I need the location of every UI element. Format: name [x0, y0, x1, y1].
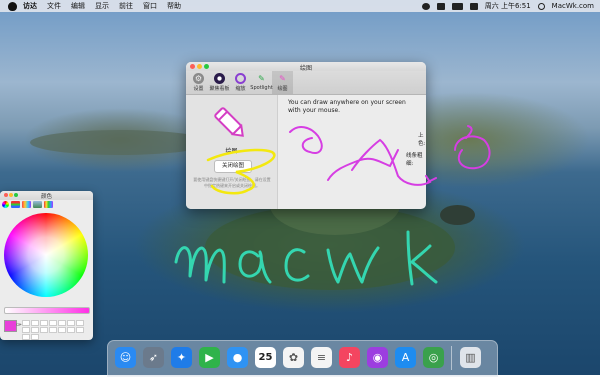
tab-settings-label: 设置 [193, 86, 204, 92]
menu-app-name[interactable]: 访达 [23, 1, 37, 11]
window-titlebar[interactable]: 绘图 [186, 62, 426, 72]
menu-site-label: MacWk.com [551, 2, 594, 10]
colors-panel-title: 颜色 [40, 194, 52, 200]
color-favorite-well[interactable] [67, 320, 75, 326]
tab-settings[interactable]: ⚙ 设置 [188, 71, 209, 94]
tab-spotlight-board-label: 聚焦看板 [209, 86, 230, 92]
menu-bar: 访达 文件 编辑 显示 前往 窗口 帮助 周六 上午6:51 MacWk.com [0, 0, 600, 12]
color-favorite-well[interactable] [22, 320, 30, 326]
podcast-icon[interactable]: ◉ [367, 347, 388, 368]
color-wheel[interactable] [4, 213, 88, 297]
pencils-mode-icon[interactable] [44, 201, 53, 208]
menu-go[interactable]: 前往 [119, 1, 133, 11]
pen-color-label: 上色: [418, 133, 426, 147]
trash-icon[interactable]: ▥ [460, 347, 481, 368]
color-favorite-well[interactable] [40, 327, 48, 333]
color-favorite-well[interactable] [31, 327, 39, 333]
input-source-icon[interactable] [469, 2, 478, 10]
compass-icon[interactable]: ✦ [171, 347, 192, 368]
hotkey-note: 要使用键盘快捷键打开/关闭绘图，请在设置中指定热键来开启或关闭绘图。 [193, 177, 271, 188]
video-icon[interactable]: ▶ [199, 347, 220, 368]
color-sliders-mode-icon[interactable] [11, 201, 20, 208]
colors-titlebar[interactable]: 颜色 [0, 191, 93, 200]
menu-edit[interactable]: 编辑 [71, 1, 85, 11]
circle-app-icon[interactable]: ◎ [423, 347, 444, 368]
color-favorites-wells [22, 320, 88, 340]
color-mode-selector [2, 201, 53, 208]
color-favorite-well[interactable] [76, 320, 84, 326]
colors-panel: 颜色 ✑ [0, 191, 93, 340]
tab-spotlight-board[interactable]: 聚焦看板 [209, 71, 230, 94]
tab-zoom-label: 缩放 [235, 86, 246, 92]
wifi-icon[interactable] [436, 2, 445, 10]
color-palettes-mode-icon[interactable] [22, 201, 31, 208]
color-favorite-well[interactable] [58, 327, 66, 333]
tab-drawing-label: 绘图 [277, 86, 288, 92]
list-icon[interactable]: ≡ [311, 347, 332, 368]
drawing-info-text: You can draw anywhere on your screen wit… [288, 99, 406, 114]
window-title: 绘图 [299, 65, 312, 72]
drawing-left-pane: 绘图 关闭绘图 要使用键盘快捷键打开/关闭绘图，请在设置中指定热键来开启或关闭绘… [186, 95, 278, 209]
menu-file[interactable]: 文件 [47, 1, 61, 11]
menu-view[interactable]: 显示 [95, 1, 109, 11]
color-favorite-well[interactable] [49, 320, 57, 326]
calendar-icon[interactable]: 25 [255, 347, 276, 368]
eyedropper-icon[interactable]: ✑ [16, 321, 22, 329]
battery-icon[interactable] [451, 2, 463, 10]
dock: ☺ ➶ ✦ ▶ ● 25 ✿ ≡ ♪ ◉ A ◎ ▥ [107, 340, 498, 377]
tab-zoom[interactable]: 缩放 [230, 71, 251, 94]
drawing-pane-title: 绘图 [225, 148, 238, 155]
music-note-icon[interactable]: ♪ [339, 347, 360, 368]
status-circle-icon[interactable] [421, 2, 430, 10]
tab-spotlight[interactable]: ✎ Spotlight [250, 71, 273, 94]
wallpaper-rock [440, 205, 475, 225]
menu-clock[interactable]: 周六 上午6:51 [485, 1, 531, 11]
magnifier-icon [235, 73, 246, 84]
rocket-icon[interactable]: ➶ [143, 347, 164, 368]
tab-spotlight-label: Spotlight [250, 85, 273, 91]
color-favorite-well[interactable] [31, 320, 39, 326]
apple-logo-icon[interactable] [8, 1, 17, 11]
color-favorite-well[interactable] [40, 320, 48, 326]
brightness-slider[interactable] [4, 307, 90, 314]
color-favorite-well[interactable] [31, 334, 39, 340]
wallpaper-far-island [30, 130, 210, 155]
color-favorite-well[interactable] [22, 327, 30, 333]
color-wheel-mode-icon[interactable] [2, 201, 9, 208]
color-favorite-well[interactable] [76, 327, 84, 333]
search-icon[interactable] [537, 2, 545, 10]
chat-bubble-icon[interactable]: ● [227, 347, 248, 368]
tab-drawing[interactable]: ✎ 绘图 [272, 71, 293, 94]
pencil-icon: ✎ [279, 74, 286, 83]
menu-window[interactable]: 窗口 [143, 1, 157, 11]
menu-help[interactable]: 帮助 [167, 1, 181, 11]
close-drawing-button[interactable]: 关闭绘图 [214, 160, 252, 173]
window-content: 绘图 关闭绘图 要使用键盘快捷键打开/关闭绘图，请在设置中指定热键来开启或关闭绘… [186, 95, 426, 209]
app-store-icon[interactable]: A [395, 347, 416, 368]
drawing-preferences-window: 绘图 ⚙ 设置 聚焦看板 缩放 ✎ Spotlight ✎ 绘图 绘图 关闭绘图… [186, 62, 426, 209]
photos-icon[interactable]: ✿ [283, 347, 304, 368]
gear-icon: ⚙ [193, 73, 204, 84]
image-palettes-mode-icon[interactable] [33, 201, 42, 208]
dock-separator [451, 346, 452, 370]
color-favorite-well[interactable] [58, 320, 66, 326]
large-pencil-icon [214, 107, 244, 137]
finder-icon[interactable]: ☺ [115, 347, 136, 368]
line-width-label: 线条粗细: [406, 153, 423, 167]
spotlight-board-icon [214, 73, 225, 84]
color-favorite-well[interactable] [67, 327, 75, 333]
color-favorite-well[interactable] [49, 327, 57, 333]
drawing-settings-pane: You can draw anywhere on your screen wit… [278, 95, 426, 209]
menu-extras: 周六 上午6:51 MacWk.com [421, 0, 594, 12]
spotlight-icon: ✎ [258, 74, 265, 83]
preferences-toolbar: ⚙ 设置 聚焦看板 缩放 ✎ Spotlight ✎ 绘图 [186, 71, 426, 95]
color-favorite-well[interactable] [22, 334, 30, 340]
